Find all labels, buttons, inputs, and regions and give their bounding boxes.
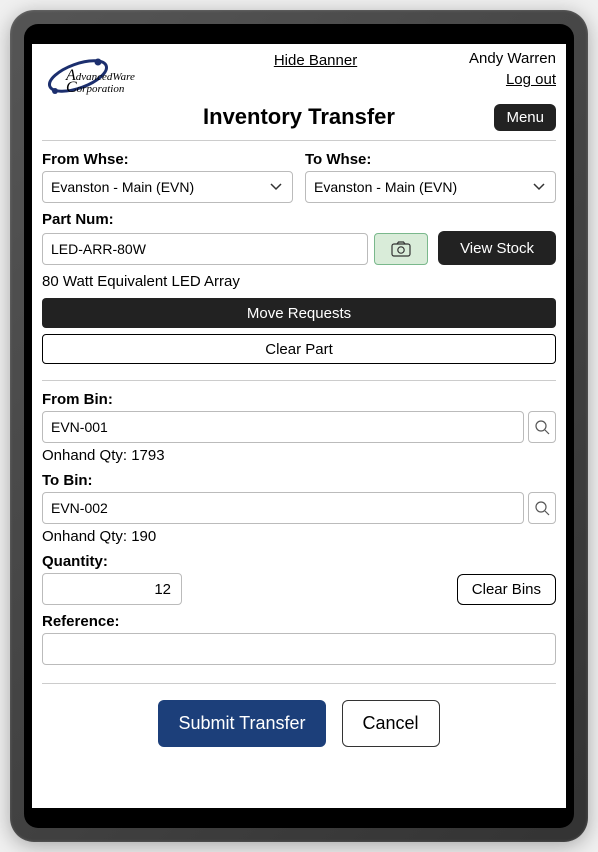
logo: AdvancedWare Corporation (42, 48, 162, 104)
header-user-area: Andy Warren Log out (469, 48, 556, 90)
camera-icon (391, 241, 411, 257)
to-whse-select[interactable]: Evanston - Main (EVN) (305, 171, 556, 203)
to-bin-input[interactable] (42, 492, 524, 524)
chevron-down-icon (533, 183, 545, 191)
from-whse-select[interactable]: Evanston - Main (EVN) (42, 171, 293, 203)
menu-button[interactable]: Menu (494, 104, 556, 131)
to-bin-label: To Bin: (42, 472, 556, 489)
from-bin-onhand: Onhand Qty: 1793 (42, 447, 556, 464)
header-center: Hide Banner (162, 48, 469, 69)
clear-part-button[interactable]: Clear Part (42, 334, 556, 364)
clear-bins-button[interactable]: Clear Bins (457, 574, 556, 605)
tablet-frame: AdvancedWare Corporation Hide Banner And… (10, 10, 588, 842)
footer-actions: Submit Transfer Cancel (32, 688, 566, 759)
warehouse-section: From Whse: Evanston - Main (EVN) To Whse… (32, 145, 566, 376)
bins-section: From Bin: Onhand Qty: 1793 To Bin: (32, 385, 566, 679)
from-whse-label: From Whse: (42, 151, 293, 168)
title-row: Inventory Transfer Menu (32, 104, 566, 136)
page-title: Inventory Transfer (42, 104, 556, 130)
to-whse-label: To Whse: (305, 151, 556, 168)
tablet-bezel: AdvancedWare Corporation Hide Banner And… (24, 24, 574, 828)
search-icon (534, 500, 550, 516)
from-whse-value: Evanston - Main (EVN) (51, 179, 194, 195)
quantity-label: Quantity: (42, 553, 182, 570)
user-name: Andy Warren (469, 48, 556, 69)
move-requests-button[interactable]: Move Requests (42, 298, 556, 328)
from-bin-label: From Bin: (42, 391, 556, 408)
divider (42, 380, 556, 381)
divider (42, 140, 556, 141)
to-bin-onhand: Onhand Qty: 190 (42, 528, 556, 545)
divider (42, 683, 556, 684)
reference-label: Reference: (42, 613, 556, 630)
app-screen: AdvancedWare Corporation Hide Banner And… (32, 44, 566, 808)
header: AdvancedWare Corporation Hide Banner And… (32, 44, 566, 104)
advancedware-logo-icon: AdvancedWare Corporation (42, 48, 162, 104)
part-description: 80 Watt Equivalent LED Array (42, 273, 556, 290)
submit-transfer-button[interactable]: Submit Transfer (158, 700, 325, 747)
cancel-button[interactable]: Cancel (342, 700, 440, 747)
from-bin-input[interactable] (42, 411, 524, 443)
part-num-label: Part Num: (42, 211, 556, 228)
to-whse-value: Evanston - Main (EVN) (314, 179, 457, 195)
logout-link[interactable]: Log out (506, 71, 556, 88)
camera-scan-button[interactable] (374, 233, 428, 265)
hide-banner-link[interactable]: Hide Banner (274, 52, 357, 69)
part-num-input[interactable] (42, 233, 368, 265)
view-stock-button[interactable]: View Stock (438, 231, 556, 265)
reference-input[interactable] (42, 633, 556, 665)
quantity-input[interactable] (42, 573, 182, 605)
from-bin-search-button[interactable] (528, 411, 556, 443)
search-icon (534, 419, 550, 435)
chevron-down-icon (270, 183, 282, 191)
to-bin-search-button[interactable] (528, 492, 556, 524)
